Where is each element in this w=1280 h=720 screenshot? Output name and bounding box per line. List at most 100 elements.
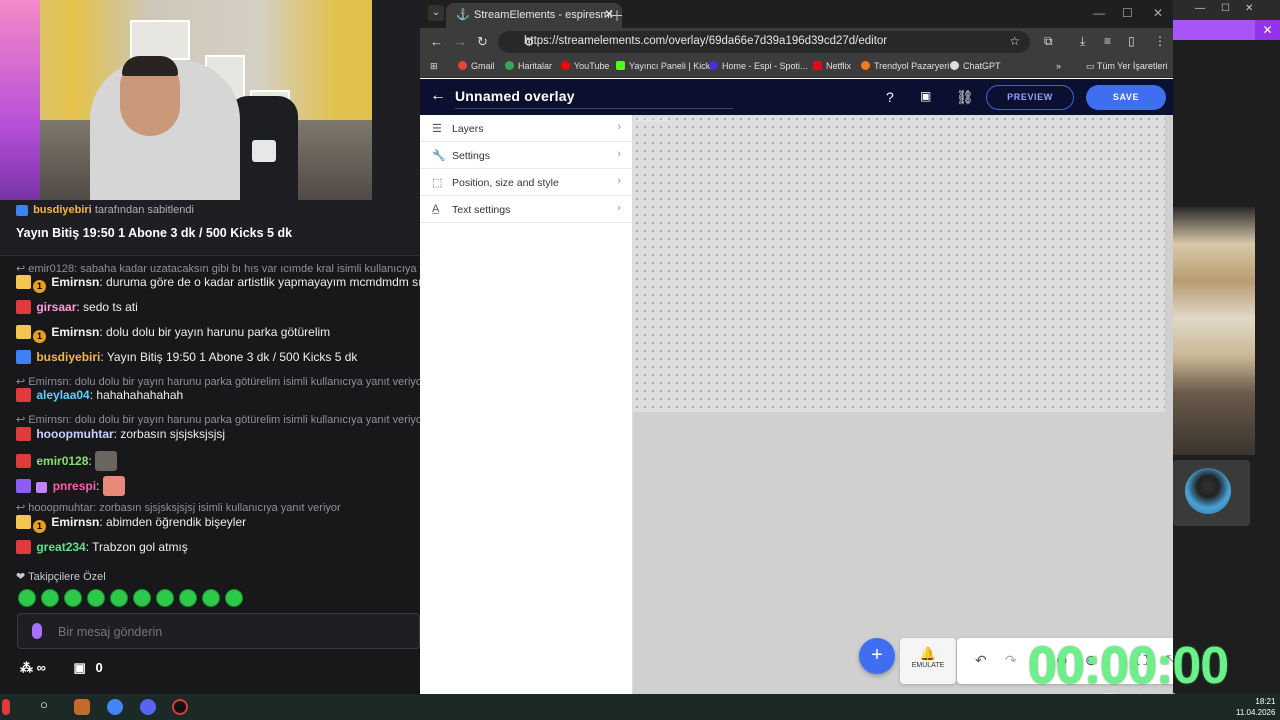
tab-search-icon[interactable]: ⌄ — [428, 5, 444, 21]
chat-message: great234: Trabzon gol atmış — [16, 540, 188, 554]
pinned-message[interactable]: busdiyebiri tarafından sabitlendi Yayın … — [0, 200, 420, 256]
bell-icon: 🔔 — [919, 646, 937, 661]
url-field[interactable]: ⚙ https://streamelements.com/overlay/69d… — [498, 31, 1030, 53]
menu-item-position[interactable]: ⬚ Position, size and style › — [420, 169, 633, 196]
streamelements-icon: ⚓ — [456, 9, 470, 21]
search-icon[interactable]: ○ — [40, 697, 56, 713]
forward-icon[interactable]: → — [454, 34, 467, 49]
emulate-button[interactable]: 🔔 EMULATE — [900, 638, 956, 684]
undo-icon[interactable]: ↶ — [975, 652, 987, 669]
close-notification-icon[interactable]: ✕ — [1255, 20, 1280, 40]
bookmark-youtube[interactable]: YouTube — [561, 61, 609, 71]
more-bookmarks-icon[interactable]: » — [1056, 61, 1061, 71]
redo-icon[interactable]: ↷ — [1005, 652, 1017, 669]
new-tab-icon[interactable]: ＋ — [610, 6, 624, 26]
menu-item-settings[interactable]: 🔧 Settings › — [420, 142, 633, 169]
reload-icon[interactable]: ↻ — [477, 34, 488, 50]
emote[interactable] — [179, 589, 197, 607]
chat-message: 1 Emirnsn: duruma göre de o kadar artist… — [16, 275, 437, 293]
editor-side-menu: ☰ Layers › 🔧 Settings › ⬚ Position, size and … — [420, 115, 633, 694]
microphone-icon[interactable] — [32, 623, 42, 639]
screenshot-icon[interactable]: ▣ — [920, 89, 931, 103]
menu-item-layers[interactable]: ☰ Layers › — [420, 115, 633, 142]
maximize-icon[interactable]: ☐ — [1221, 3, 1230, 14]
emote[interactable] — [64, 589, 82, 607]
notification-bar — [1173, 20, 1255, 40]
points-icon[interactable]: ⁂ — [20, 660, 33, 675]
active-tab[interactable]: ⚓ StreamElements - espiresmi ✕ — [446, 3, 622, 28]
text-format-icon: A̲ — [432, 203, 440, 215]
back-arrow-icon[interactable]: ← — [430, 87, 446, 105]
chat-message: girsaar: sedo ts ati — [16, 300, 138, 314]
menu-item-text-settings[interactable]: A̲ Text settings › — [420, 196, 633, 223]
layers-icon: ☰ — [432, 123, 442, 135]
discord-icon[interactable] — [140, 699, 156, 715]
emote[interactable] — [225, 589, 243, 607]
bookmark-trendyol[interactable]: Trendyol Pazaryeri — [861, 61, 949, 71]
infinity-value: ∞ — [36, 660, 46, 675]
add-widget-button[interactable]: + — [859, 638, 895, 674]
chat-message: 1 Emirnsn: abimden öğrendik bişeyler — [16, 515, 246, 533]
chat-input-box[interactable] — [17, 613, 420, 649]
maximize-icon[interactable]: ☐ — [1122, 6, 1133, 20]
bookmark-gmail[interactable]: Gmail — [458, 61, 495, 71]
bookmark-maps[interactable]: Haritalar — [505, 61, 552, 71]
minimize-icon[interactable]: — — [1195, 3, 1205, 14]
chat-input[interactable] — [58, 622, 398, 642]
menu-icon[interactable]: ⋮ — [1154, 34, 1166, 48]
extensions-icon[interactable]: ⧉ — [1044, 34, 1053, 49]
emote-image — [95, 451, 118, 471]
avatar-card[interactable] — [1173, 460, 1250, 526]
reply-line: ↩ emir0128: sabaha kadar uzatacaksın gib… — [16, 263, 432, 275]
system-clock[interactable]: 18:21 11.04.2026 — [1236, 696, 1275, 718]
emote[interactable] — [87, 589, 105, 607]
emote[interactable] — [133, 589, 151, 607]
profile-icon[interactable]: ▯ — [1128, 34, 1135, 48]
widget-handle[interactable]: ▭▭▭▭▭▭ — [635, 116, 669, 123]
chat-footer: ⁂ ∞ ▣ 0 — [20, 660, 420, 680]
preview-button[interactable]: PREVIEW — [986, 85, 1074, 110]
download-icon[interactable]: ⤓ — [1080, 34, 1085, 49]
countdown-timer: 00:00:00 — [1028, 637, 1229, 695]
bookmark-kick[interactable]: Yayıncı Paneli | Kick — [616, 61, 710, 71]
editor-workspace: ▭▭▭▭▭▭ + 🔔 EMULATE ↶ ↷ ⊕ ⊖ ⛶ ⤡ ▦ — [633, 115, 1280, 694]
bookmark-spotify[interactable]: Home - Espi - Spoti... — [709, 61, 808, 71]
bookmark-star-icon[interactable]: ☆ — [1009, 34, 1020, 48]
wrench-icon: 🔧 — [432, 150, 446, 162]
address-bar-row: ← → ↻ ⚙ https://streamelements.com/overl… — [420, 28, 1173, 56]
chat-message: aleylaa04: hahahahahahah — [16, 388, 183, 402]
help-icon[interactable]: ? — [886, 89, 894, 105]
all-bookmarks-folder[interactable]: ▭ Tüm Yer İşaretleri — [1086, 61, 1167, 72]
gift-count: 0 — [95, 660, 103, 675]
chat-message: pnrespi: — [16, 476, 125, 496]
taskbar-app-icon[interactable] — [74, 699, 90, 715]
preview-thumbnail — [1173, 207, 1255, 455]
gift-icon[interactable]: ▣ — [74, 660, 86, 675]
emote[interactable] — [18, 589, 36, 607]
emote[interactable] — [156, 589, 174, 607]
chrome-icon[interactable] — [107, 699, 123, 715]
link-icon[interactable]: ⛓ — [956, 89, 974, 106]
media-icon[interactable]: ≡ — [1104, 34, 1111, 48]
chat-message: busdiyebiri: Yayın Bitiş 19:50 1 Abone 3… — [16, 350, 357, 364]
overlay-name-field[interactable]: Unnamed overlay — [455, 88, 733, 109]
emote[interactable] — [41, 589, 59, 607]
back-icon[interactable]: ← — [430, 34, 443, 49]
browser-window: ⌄ ⚓ StreamElements - espiresmi ✕ ＋ — ☐ ✕… — [420, 0, 1280, 694]
close-window-icon[interactable]: ✕ — [1153, 6, 1163, 20]
bookmark-netflix[interactable]: Netflix — [813, 61, 851, 71]
obs-icon[interactable] — [172, 699, 188, 715]
minimize-icon[interactable]: — — [1093, 6, 1105, 20]
save-button[interactable]: SAVE — [1086, 85, 1166, 110]
news-icon[interactable] — [2, 699, 10, 715]
emote[interactable] — [110, 589, 128, 607]
apps-icon[interactable]: ⊞ — [430, 61, 438, 72]
bookmark-chatgpt[interactable]: ChatGPT — [950, 61, 1001, 71]
close-window-icon[interactable]: ✕ — [1245, 3, 1253, 14]
chevron-right-icon: › — [617, 202, 621, 214]
emote[interactable] — [202, 589, 220, 607]
reply-line: ↩ hooopmuhtar: zorbasın sjsjsksjsjsj isi… — [16, 502, 341, 514]
overlay-canvas[interactable]: ▭▭▭▭▭▭ — [633, 115, 1165, 412]
tab-bar: ⌄ ⚓ StreamElements - espiresmi ✕ ＋ — ☐ ✕ — [420, 0, 1173, 28]
emote-picker-row[interactable] — [18, 589, 248, 609]
